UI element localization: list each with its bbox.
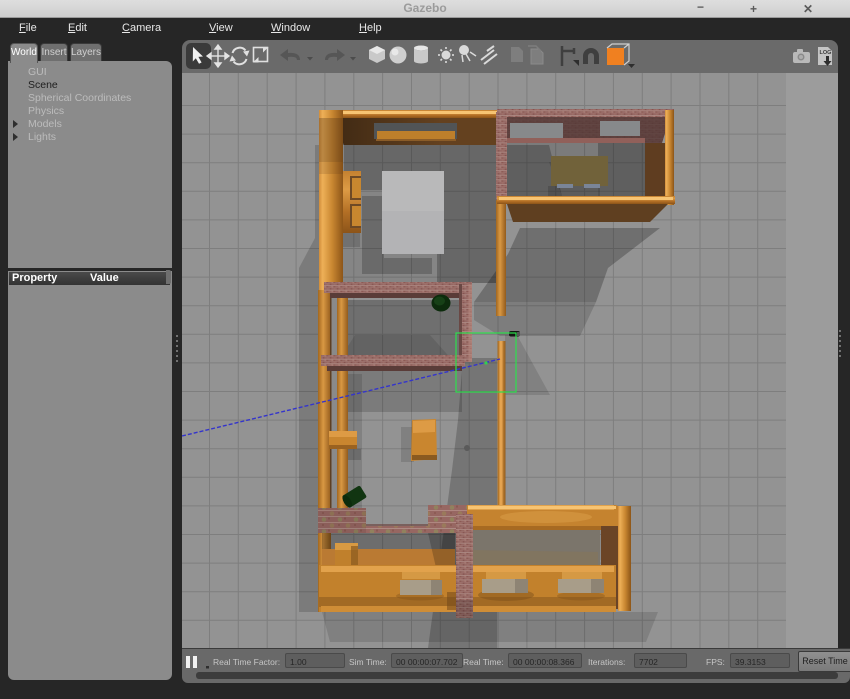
svg-text:LOG: LOG [820,50,832,56]
